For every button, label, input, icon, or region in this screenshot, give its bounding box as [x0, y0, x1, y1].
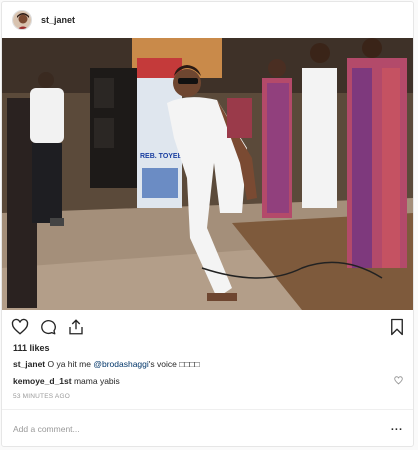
comment-item: kemoye_d_1st mama yabis [13, 376, 403, 386]
post-caption: st_janet O ya hit me @brodashaggi's voic… [13, 359, 200, 369]
caption-username[interactable]: st_janet [13, 359, 45, 369]
divider [2, 409, 413, 410]
caption-text-end: 's voice □□□□ [148, 359, 200, 369]
post-photo[interactable]: REB. TOYEBE [2, 38, 413, 310]
caption-mention[interactable]: @brodashaggi [93, 359, 148, 369]
more-options-icon[interactable]: ... [391, 422, 403, 433]
post-username[interactable]: st_janet [41, 15, 75, 25]
comment-icon[interactable] [39, 318, 57, 336]
small-heart-icon[interactable] [394, 376, 403, 385]
post-photo-image: REB. TOYEBE [2, 38, 413, 310]
comment-text: mama yabis [73, 376, 120, 386]
post-card: st_janet REB. TOYEBE 111 likes st_janet … [1, 1, 414, 447]
share-icon[interactable] [67, 318, 85, 336]
heart-icon[interactable] [11, 318, 29, 336]
post-actions [11, 318, 406, 336]
post-timestamp[interactable]: 53 MINUTES AGO [13, 393, 70, 400]
bookmark-icon[interactable] [388, 318, 406, 336]
avatar-image [13, 11, 31, 29]
avatar[interactable] [12, 10, 32, 30]
caption-text: O ya hit me [47, 359, 91, 369]
add-comment-input[interactable] [13, 422, 373, 436]
likes-count[interactable]: 111 likes [13, 343, 50, 353]
post-header: st_janet [2, 2, 413, 38]
comment-username[interactable]: kemoye_d_1st [13, 376, 72, 386]
